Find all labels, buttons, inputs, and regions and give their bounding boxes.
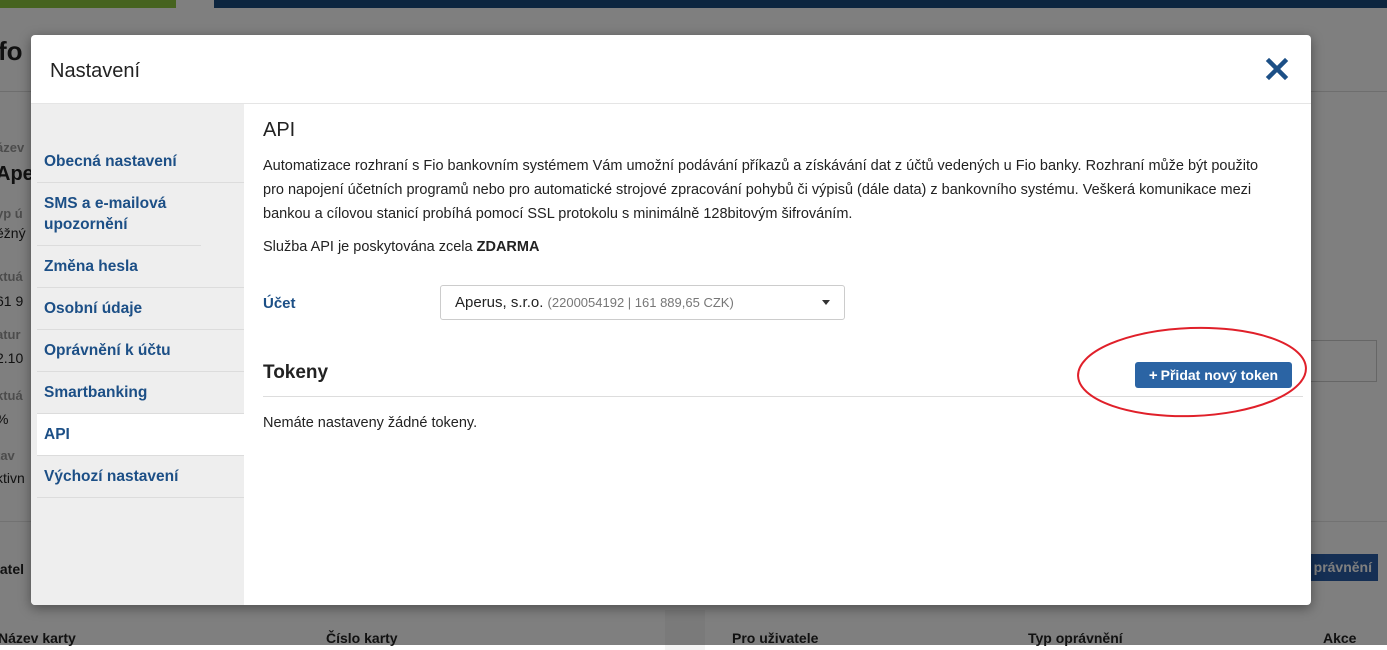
api-panel: API Automatizace rozhraní s Fio bankovní… (263, 104, 1311, 605)
close-icon[interactable] (1265, 57, 1289, 81)
modal-header: Nastavení (31, 35, 1311, 104)
sidebar-item-vychozi-nastaveni[interactable]: Výchozí nastavení (37, 456, 244, 498)
sidebar-item-zmena-hesla[interactable]: Změna hesla (37, 246, 244, 288)
add-token-label: Přidat nový token (1160, 367, 1279, 383)
account-details: (2200054192 | 161 889,65 CZK) (547, 295, 734, 310)
modal-title: Nastavení (50, 60, 141, 82)
plus-icon: + (1148, 367, 1158, 384)
account-select[interactable]: Aperus, s.r.o. (2200054192 | 161 889,65 … (440, 285, 845, 320)
settings-modal: Nastavení Obecná nastavení SMS a e-mailov… (31, 35, 1311, 605)
sidebar-item-sms-a-e-mailova-upozorneni[interactable]: SMS a e-mailová upozornění (37, 183, 201, 246)
settings-menu: Obecná nastavení SMS a e-mailová upozorně… (37, 141, 244, 498)
sidebar-item-opravneni-k-uctu[interactable]: Oprávnění k účtu (37, 330, 244, 372)
free-note-strong: ZDARMA (476, 239, 540, 255)
api-description: Automatizace rozhraní s Fio bankovním sy… (263, 158, 1259, 222)
tokens-empty-message: Nemáte nastaveny žádné tokeny. (263, 415, 478, 431)
sidebar-item-osobni-udaje[interactable]: Osobní údaje (37, 288, 244, 330)
sidebar-item-api[interactable]: API (37, 414, 244, 456)
sidebar-item-obecna-nastaveni[interactable]: Obecná nastavení (37, 141, 244, 183)
free-note-text: Služba API je poskytována zcela (263, 239, 477, 255)
account-label: Účet (263, 295, 296, 312)
tokens-divider (263, 396, 1303, 397)
tokens-heading: Tokeny (263, 362, 329, 383)
api-free-note: Služba API je poskytována zcela ZDARMA (263, 239, 539, 255)
sidebar-item-smartbanking[interactable]: Smartbanking (37, 372, 244, 414)
add-token-button[interactable]: + Přidat nový token (1135, 362, 1292, 388)
account-name: Aperus, s.r.o. (455, 294, 544, 311)
settings-sidebar: Obecná nastavení SMS a e-mailová upozorně… (31, 104, 244, 605)
chevron-down-icon (822, 300, 830, 305)
section-title: API (263, 119, 296, 141)
